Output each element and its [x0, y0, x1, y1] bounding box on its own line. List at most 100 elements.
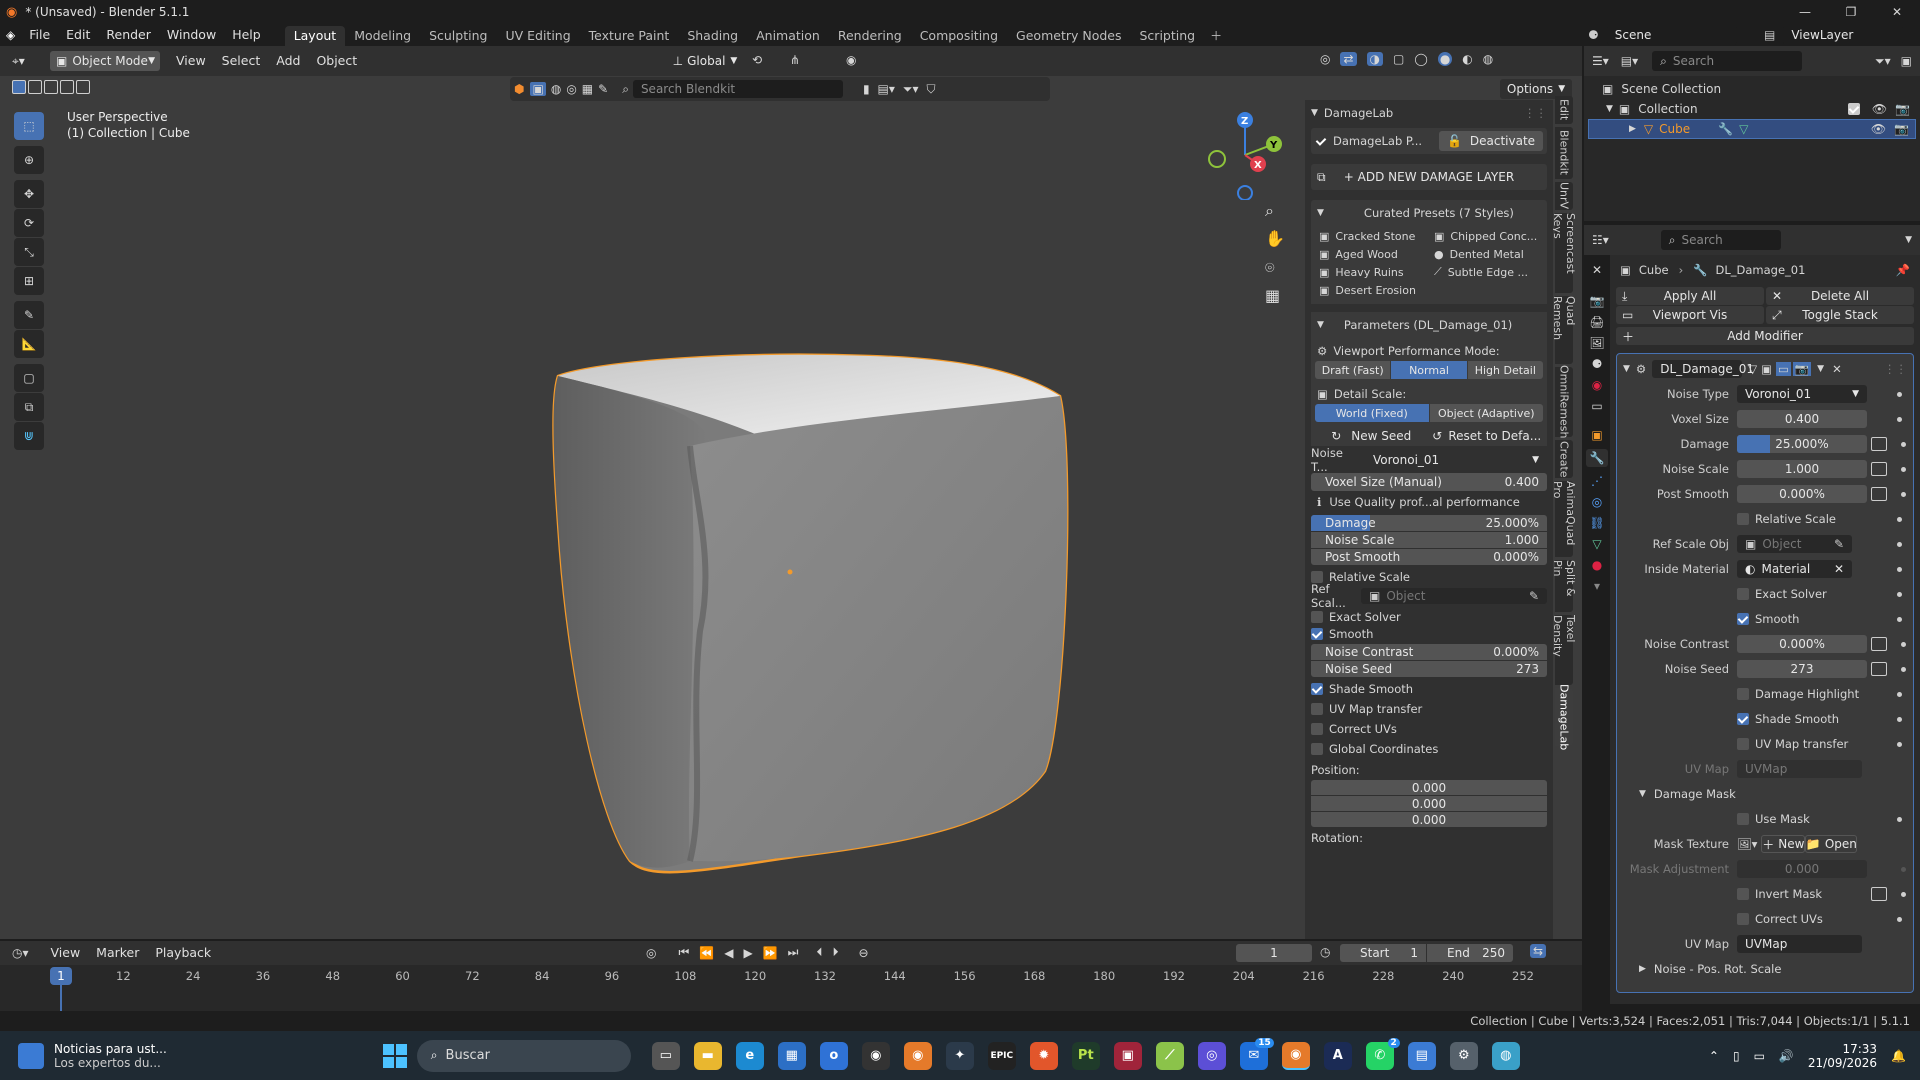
tab-shading[interactable]: Shading: [678, 26, 747, 46]
post-smooth-field[interactable]: Post Smooth 0.000%: [1311, 549, 1547, 565]
constraints-tab-icon[interactable]: ⛓: [1589, 516, 1604, 530]
davinci-icon[interactable]: ✦: [945, 1041, 974, 1070]
eye-icon[interactable]: 👁: [1871, 122, 1886, 136]
orientation-dropdown[interactable]: ⊥ Global ▼: [668, 51, 742, 71]
preset-cracked-stone[interactable]: ▣ Cracked Stone: [1315, 228, 1428, 244]
chevron-right-icon[interactable]: ▶: [1639, 964, 1646, 974]
driver-icon[interactable]: [1871, 662, 1887, 676]
post-smooth-field[interactable]: 0.000%: [1737, 485, 1867, 503]
outlook-icon[interactable]: o: [819, 1041, 848, 1070]
tab-compositing[interactable]: Compositing: [911, 26, 1007, 46]
correct-uvs-row[interactable]: Correct UVs: [1617, 909, 1913, 929]
blendkit-hdr-icon[interactable]: ◎: [566, 82, 576, 96]
chevron-down-icon[interactable]: ▼: [1639, 789, 1646, 799]
filter-icon[interactable]: ⏷▾: [903, 82, 919, 97]
npanel-tab-animaquad-pro[interactable]: AnimaQuad Pro: [1551, 481, 1577, 557]
relative-scale-checkbox[interactable]: [1311, 571, 1323, 583]
select-extend-icon[interactable]: [28, 80, 42, 94]
apply-all-button[interactable]: ⤓ Apply All: [1616, 287, 1764, 305]
driver-icon[interactable]: [1871, 487, 1887, 501]
jump-start-icon[interactable]: ⏮: [678, 945, 689, 960]
chevron-down-icon[interactable]: ▼: [1317, 208, 1324, 218]
chevron-down-icon[interactable]: ▼: [1905, 235, 1912, 245]
edit-mode-icon[interactable]: ▽: [1748, 362, 1757, 376]
outliner-search-input[interactable]: ⌕ Search: [1652, 51, 1803, 71]
realtime-icon[interactable]: ▭: [1775, 362, 1791, 376]
record-icon[interactable]: ◎: [646, 946, 656, 960]
viewport-menu-add[interactable]: Add: [268, 50, 308, 72]
use-mask-checkbox[interactable]: [1737, 813, 1749, 825]
noise-type-dropdown[interactable]: Voronoi_01 ▼: [1737, 385, 1867, 403]
uv-map-field[interactable]: UVMap: [1737, 760, 1862, 778]
zoom-icon[interactable]: ⌕: [1265, 201, 1274, 221]
scene-selector[interactable]: ⚈ Scene: [1588, 25, 1737, 45]
tab-geometry-nodes[interactable]: Geometry Nodes: [1007, 26, 1130, 46]
material-tab-icon[interactable]: ●: [1592, 558, 1602, 572]
blendkit-brush-icon[interactable]: ✎: [598, 82, 608, 96]
eyedropper-icon[interactable]: ✎: [1529, 589, 1539, 603]
texture-icon[interactable]: 🖼▾: [1737, 837, 1757, 851]
annotate-tool[interactable]: ✎: [14, 301, 44, 329]
solid-shading-icon[interactable]: ●: [1437, 52, 1453, 66]
next-keyframe-icon[interactable]: ⏩: [763, 946, 778, 960]
exact-solver-checkbox[interactable]: [1311, 611, 1323, 623]
damage-highlight-checkbox[interactable]: [1737, 688, 1749, 700]
delete-all-button[interactable]: ✕ Delete All: [1766, 287, 1914, 305]
keyframe-dot[interactable]: [1901, 441, 1906, 447]
properties-search-input[interactable]: ⌕ Search: [1660, 230, 1781, 250]
add-cube-tool[interactable]: ▢: [14, 364, 44, 392]
npanel-tab-unrv[interactable]: UnrV: [1555, 182, 1573, 210]
timeline-menu-view[interactable]: View: [43, 942, 89, 964]
uv-map-transfer-checkbox[interactable]: [1737, 738, 1749, 750]
transform-tool[interactable]: ⊞: [14, 267, 44, 295]
app-icon-red[interactable]: ▣: [1113, 1041, 1142, 1070]
current-frame-field[interactable]: 1: [1236, 944, 1312, 962]
noise-contrast-field[interactable]: 0.000%: [1737, 635, 1867, 653]
tab-rendering[interactable]: Rendering: [829, 26, 911, 46]
close-icon[interactable]: ✕: [1832, 362, 1842, 376]
npanel-tab-screencast-keys[interactable]: Screencast Keys: [1551, 213, 1577, 293]
voxel-size-field[interactable]: Voxel Size (Manual) 0.400: [1311, 473, 1547, 491]
bookmark-icon[interactable]: ▮: [863, 82, 870, 96]
mask-adjustment-field[interactable]: 0.000: [1737, 860, 1867, 878]
minimize-icon[interactable]: —: [1782, 5, 1828, 19]
close-icon[interactable]: ✕: [1834, 562, 1844, 576]
correct-uvs-checkbox[interactable]: [1737, 913, 1749, 925]
npanel-tab-split-pin[interactable]: Split & Pin: [1551, 560, 1577, 612]
move-tool[interactable]: ✥: [14, 180, 44, 208]
timeline-editor-icon[interactable]: ◷▾: [12, 946, 29, 960]
end-frame-field[interactable]: End 250: [1427, 944, 1513, 962]
modifier-name-field[interactable]: DL_Damage_01: [1652, 360, 1754, 378]
noise-scale-field[interactable]: 1.000: [1737, 460, 1867, 478]
driver-icon[interactable]: [1871, 637, 1887, 651]
rendered-shading-icon[interactable]: ◍: [1483, 52, 1493, 66]
visibility-icon[interactable]: ◎: [1320, 52, 1330, 66]
keyframe-dot[interactable]: [1901, 466, 1906, 472]
texture-tab-icon[interactable]: ▾: [1594, 579, 1600, 593]
drag-handle-icon[interactable]: ⋮⋮: [1524, 106, 1547, 120]
preset-desert-erosion[interactable]: ▣ Desert Erosion: [1315, 282, 1428, 298]
timeline-ruler[interactable]: 1 12 24 36 48 60 72 84 96 108 120 132 144 156 168 180 1…: [0, 967, 1582, 1015]
keyframe-dot[interactable]: [1897, 741, 1902, 747]
damage-slider[interactable]: Damage 25.000%: [1311, 515, 1547, 531]
toggle-stack-button[interactable]: ⤢ Toggle Stack: [1766, 306, 1914, 324]
notepad-icon[interactable]: ▤: [1407, 1041, 1436, 1070]
tab-scripting[interactable]: Scripting: [1131, 26, 1205, 46]
keyframe-dot[interactable]: [1897, 566, 1902, 572]
maximize-icon[interactable]: ❐: [1828, 5, 1874, 19]
app-icon-green[interactable]: ⟋: [1155, 1041, 1184, 1070]
npanel-tab-edit[interactable]: Edit: [1555, 96, 1573, 124]
keyframe-dot[interactable]: [1897, 616, 1902, 622]
viewport-menu-select[interactable]: Select: [214, 50, 269, 72]
damaged-cube-mesh[interactable]: [540, 301, 1080, 881]
camera-icon[interactable]: 📷: [1894, 122, 1909, 136]
chevron-right-icon[interactable]: ▶: [1629, 124, 1636, 134]
npanel-tab-omniremesh[interactable]: OmniRemesh: [1555, 365, 1573, 439]
tab-uv-editing[interactable]: UV Editing: [496, 26, 579, 46]
clock[interactable]: 17:33 21/09/2026: [1808, 1042, 1877, 1070]
timeline-menu-playback[interactable]: Playback: [147, 942, 219, 964]
blendkit-model-icon[interactable]: ▣: [530, 82, 546, 96]
collection-tab-icon[interactable]: ▭: [1591, 399, 1602, 413]
select-new-icon[interactable]: [12, 80, 26, 94]
notification-icon[interactable]: 🔔: [1891, 1049, 1906, 1063]
